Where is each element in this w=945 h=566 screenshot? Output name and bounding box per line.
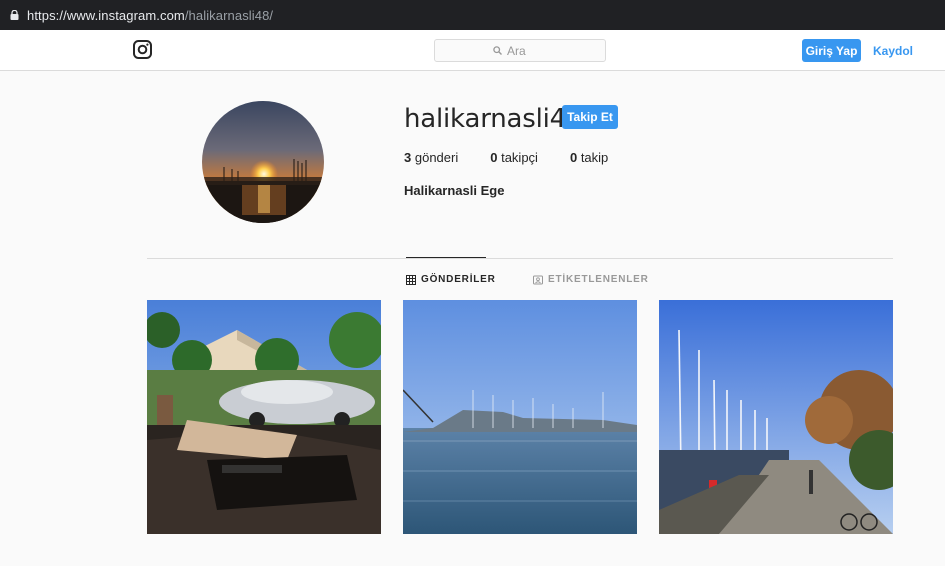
- tab-posts[interactable]: GÖNDERİLER: [406, 274, 496, 285]
- tab-tagged[interactable]: ETİKETLENENLER: [533, 274, 649, 285]
- profile-stats: 3 gönderi 0 takipçi 0 takip: [404, 150, 640, 165]
- search-input[interactable]: [507, 43, 547, 58]
- marina-promenade-photo: [659, 300, 893, 534]
- grid-icon: [406, 274, 416, 285]
- signup-link[interactable]: Kaydol: [873, 44, 913, 58]
- follow-button[interactable]: Takip Et: [562, 105, 618, 129]
- search-icon: [493, 46, 502, 55]
- posts-count: 3: [404, 150, 412, 165]
- harbor-photo: [403, 300, 637, 534]
- following-stat[interactable]: 0 takip: [570, 150, 608, 165]
- login-button[interactable]: Giriş Yap: [802, 39, 861, 62]
- followers-stat[interactable]: 0 takipçi: [490, 150, 538, 165]
- url-host: https://www.instagram.com: [27, 7, 185, 23]
- url-path: /halikarnasli48/: [184, 7, 274, 23]
- profile-full-name: Halikarnasli Ege: [404, 183, 505, 198]
- tab-posts-label: GÖNDERİLER: [421, 274, 496, 285]
- post-thumbnail[interactable]: [147, 300, 381, 534]
- tab-tagged-label: ETİKETLENENLER: [548, 274, 649, 285]
- post-thumbnail[interactable]: [403, 300, 637, 534]
- site-header: Giriş Yap Kaydol: [0, 30, 945, 71]
- followers-count: 0: [490, 150, 498, 165]
- search-box[interactable]: [434, 39, 606, 62]
- cafe-car-photo: [147, 300, 381, 534]
- post-thumbnail[interactable]: [659, 300, 893, 534]
- instagram-camera-icon[interactable]: [133, 40, 152, 59]
- profile-avatar[interactable]: [202, 101, 324, 223]
- profile-username: halikarnasli48: [404, 104, 583, 134]
- url-text[interactable]: https://www.instagram.com/halikarnasli48…: [27, 8, 273, 23]
- following-count: 0: [569, 150, 578, 165]
- followers-label: takipçi: [501, 150, 538, 165]
- following-label: takip: [580, 150, 609, 165]
- lock-icon: [10, 10, 19, 20]
- avatar-sunset-image: [202, 101, 324, 223]
- browser-address-bar[interactable]: https://www.instagram.com/halikarnasli48…: [0, 0, 945, 30]
- posts-count-stat: 3 gönderi: [404, 150, 458, 165]
- tabs-divider: [147, 258, 893, 259]
- posts-label: gönderi: [414, 150, 459, 165]
- tagged-icon: [533, 275, 543, 284]
- active-tab-indicator: [406, 257, 486, 258]
